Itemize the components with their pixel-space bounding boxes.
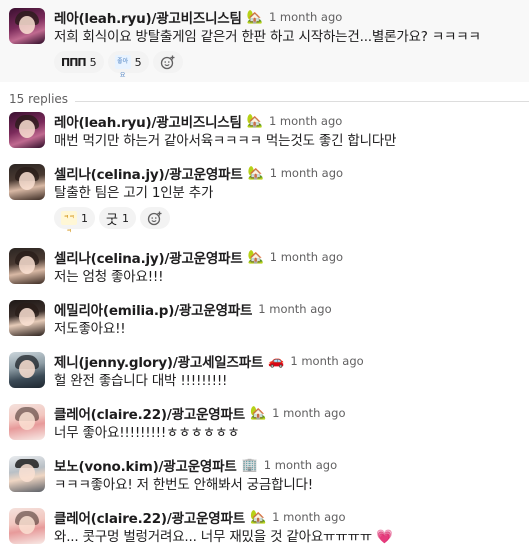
reaction-pill[interactable]: 좋아요 5 xyxy=(107,51,149,79)
reaction-count: 5 xyxy=(89,55,97,69)
timestamp[interactable]: 1 month ago xyxy=(258,302,331,316)
reaction-pill[interactable]: ㅋㅋㅋ 1 xyxy=(54,207,95,235)
add-reaction-icon xyxy=(160,55,175,70)
message-text: 저희 회식이요 방탈출게임 같은거 한판 하고 시작하는건...별론가요? ㅋㅋ… xyxy=(54,29,481,45)
status-emoji-icon[interactable]: 🏢 xyxy=(242,459,258,472)
custom-emoji-icon: 좋아요 xyxy=(114,55,131,79)
reply-message[interactable]: 셀리나(celina.jy)/광고운영파트 🏡 1 month ago 탈출한 … xyxy=(0,164,529,248)
message-text: 탈출한 팀은 고기 1인분 추가 xyxy=(54,185,214,201)
reaction-pill[interactable]: ΠΠΠ 5 xyxy=(54,51,104,73)
custom-emoji-icon: ㅋㅋㅋ xyxy=(61,211,77,235)
avatar[interactable] xyxy=(9,300,45,336)
reply-count: 15 replies xyxy=(9,92,75,106)
avatar[interactable] xyxy=(9,352,45,388)
reply-message[interactable]: 클레어(claire.22)/광고운영파트 🏡 1 month ago 너무 좋… xyxy=(0,404,529,456)
status-emoji-icon[interactable]: 🏡 xyxy=(247,115,263,128)
timestamp[interactable]: 1 month ago xyxy=(270,250,343,264)
reply-message[interactable]: 레아(leah.ryu)/광고비즈니스팀 🏡 1 month ago 매번 먹기… xyxy=(0,112,529,164)
status-emoji-icon[interactable]: 🏡 xyxy=(250,511,266,524)
reply-message[interactable]: 보노(vono.kim)/광고운영파트 🏢 1 month ago ㅋㅋㅋ좋아요… xyxy=(0,456,529,508)
timestamp[interactable]: 1 month ago xyxy=(270,166,343,180)
author-name[interactable]: 제니(jenny.glory)/광고세일즈파트 xyxy=(54,351,263,371)
reply-message[interactable]: 에밀리아(emilia.p)/광고운영파트 1 month ago 저도좋아요!… xyxy=(0,300,529,352)
status-emoji-icon[interactable]: 🏡 xyxy=(248,251,264,264)
reply-list: 레아(leah.ryu)/광고비즈니스팀 🏡 1 month ago 매번 먹기… xyxy=(0,112,529,557)
author-name[interactable]: 셀리나(celina.jy)/광고운영파트 xyxy=(54,247,243,267)
author-name[interactable]: 레아(leah.ryu)/광고비즈니스팀 xyxy=(54,7,242,27)
avatar[interactable] xyxy=(9,112,45,148)
status-emoji-icon[interactable]: 🏡 xyxy=(248,167,264,180)
message-text: 저는 엄청 좋아요!!! xyxy=(54,269,164,285)
avatar[interactable] xyxy=(9,404,45,440)
reaction-bar: ΠΠΠ 5 좋아요 5 xyxy=(54,51,517,79)
timestamp[interactable]: 1 month ago xyxy=(269,114,342,128)
status-emoji-icon[interactable]: 🏡 xyxy=(250,407,266,420)
author-name[interactable]: 레아(leah.ryu)/광고비즈니스팀 xyxy=(54,111,242,131)
thread-panel: 레아(leah.ryu)/광고비즈니스팀 🏡 1 month ago 저희 회식… xyxy=(0,0,529,557)
message-text: 매번 먹기만 하는거 같아서육ㅋㅋㅋㅋ 먹는것도 좋긴 합니다만 xyxy=(54,133,397,149)
timestamp[interactable]: 1 month ago xyxy=(264,458,337,472)
author-name[interactable]: 에밀리아(emilia.p)/광고운영파트 xyxy=(54,299,252,319)
add-reaction-icon xyxy=(147,211,162,226)
parent-message[interactable]: 레아(leah.ryu)/광고비즈니스팀 🏡 1 month ago 저희 회식… xyxy=(0,0,529,82)
reply-message[interactable]: 셀리나(celina.jy)/광고운영파트 🏡 1 month ago 저는 엄… xyxy=(0,248,529,300)
author-name[interactable]: 클레어(claire.22)/광고운영파트 xyxy=(54,403,245,423)
avatar[interactable] xyxy=(9,8,45,44)
reply-count-divider: 15 replies xyxy=(0,82,529,112)
reaction-pill[interactable]: 굿 1 xyxy=(99,207,136,229)
add-reaction-button[interactable] xyxy=(139,207,170,229)
author-name[interactable]: 클레어(claire.22)/광고운영파트 xyxy=(54,507,245,527)
timestamp[interactable]: 1 month ago xyxy=(272,510,345,524)
reaction-count: 1 xyxy=(81,211,88,225)
avatar[interactable] xyxy=(9,248,45,284)
timestamp[interactable]: 1 month ago xyxy=(272,406,345,420)
message-text: 저도좋아요!! xyxy=(54,321,126,337)
add-reaction-button[interactable] xyxy=(152,51,183,73)
timestamp[interactable]: 1 month ago xyxy=(269,10,342,24)
author-name[interactable]: 셀리나(celina.jy)/광고운영파트 xyxy=(54,163,243,183)
message-text: 와... 콧구멍 벌렁거려요... 너무 재밌을 것 같아요ㅠㅠㅠㅠ 💗 xyxy=(54,529,393,545)
message-text: 헐 완전 좋습니다 대박 !!!!!!!!! xyxy=(54,373,228,389)
avatar[interactable] xyxy=(9,164,45,200)
status-emoji-icon[interactable]: 🏡 xyxy=(247,11,263,24)
avatar[interactable] xyxy=(9,456,45,492)
reply-message[interactable]: 제니(jenny.glory)/광고세일즈파트 🚗 1 month ago 헐 … xyxy=(0,352,529,404)
message-text: 너무 좋아요!!!!!!!!!ㅎㅎㅎㅎㅎㅎ xyxy=(54,425,240,441)
reaction-bar: ㅋㅋㅋ 1 굿 1 xyxy=(54,207,517,235)
avatar[interactable] xyxy=(9,508,45,544)
reply-message[interactable]: 클레어(claire.22)/광고운영파트 🏡 1 month ago 와...… xyxy=(0,508,529,557)
status-emoji-icon[interactable]: 🚗 xyxy=(268,355,284,368)
message-text: ㅋㅋㅋ좋아요! 저 한번도 안해봐서 궁금합니다! xyxy=(54,477,313,493)
custom-emoji-icon: 굿 xyxy=(106,212,118,228)
author-name[interactable]: 보노(vono.kim)/광고운영파트 xyxy=(54,455,237,475)
custom-emoji-icon: ΠΠΠ xyxy=(61,55,87,69)
divider xyxy=(75,101,529,102)
reaction-count: 1 xyxy=(121,211,129,225)
timestamp[interactable]: 1 month ago xyxy=(290,354,363,368)
reaction-count: 5 xyxy=(134,55,142,69)
